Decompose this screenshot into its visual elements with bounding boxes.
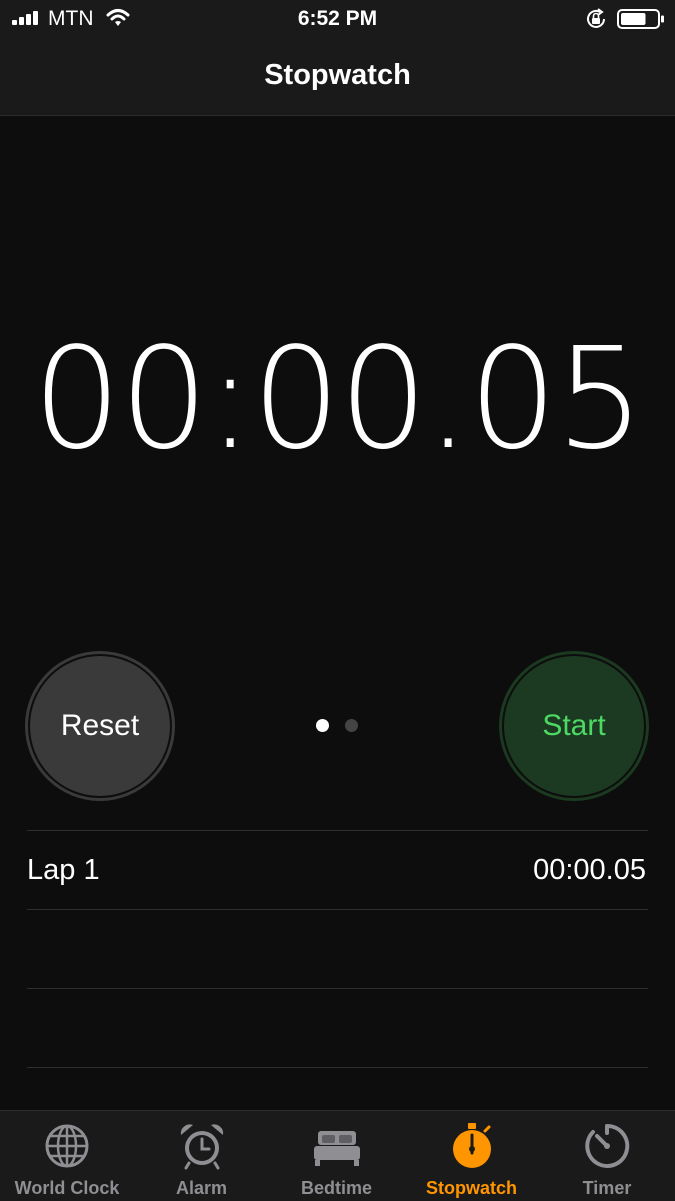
lap-label: Lap 1: [27, 854, 100, 886]
reset-button[interactable]: Reset: [25, 651, 175, 801]
status-bar: MTN 6:52 PM: [0, 0, 675, 38]
tab-label: Timer: [582, 1178, 632, 1198]
tab-label: Bedtime: [300, 1178, 372, 1198]
tab-stopwatch[interactable]: Stopwatch: [404, 1111, 539, 1201]
stopwatch-icon: [452, 1123, 491, 1168]
lap-row: [27, 988, 648, 1068]
alarm-clock-icon: [180, 1124, 223, 1170]
tab-bar: World Clock Alarm Bedtime Stopwatch Time…: [0, 1110, 675, 1201]
page-title: Stopwatch: [264, 59, 411, 91]
start-button-label: Start: [504, 656, 644, 796]
lap-row: [27, 909, 648, 988]
page-indicator[interactable]: [314, 719, 364, 733]
navigation-bar: Stopwatch: [0, 38, 675, 116]
status-time: 6:52 PM: [297, 7, 378, 30]
rotation-lock-icon: [587, 8, 605, 28]
page-dot-active: [316, 719, 329, 732]
bed-icon: [313, 1131, 360, 1166]
tab-bedtime[interactable]: Bedtime: [269, 1111, 404, 1201]
lap-list[interactable]: Lap 1 00:00.05: [27, 830, 648, 1068]
page-dot-inactive: [345, 719, 358, 732]
lap-row: Lap 1 00:00.05: [27, 830, 648, 909]
timer-icon: [585, 1123, 630, 1168]
battery-icon: [617, 9, 664, 29]
start-button[interactable]: Start: [499, 651, 649, 801]
lap-time: 00:00.05: [533, 854, 646, 886]
tab-label: Alarm: [175, 1178, 228, 1198]
stopwatch-screen: MTN 6:52 PM Stopwatch 00:00.05 Reset Sta…: [0, 0, 675, 1201]
globe-icon: [45, 1124, 89, 1168]
tab-alarm[interactable]: Alarm: [134, 1111, 269, 1201]
reset-button-label: Reset: [30, 656, 170, 796]
tab-timer[interactable]: Timer: [539, 1111, 675, 1201]
elapsed-time-display: 00:00.05: [32, 318, 644, 481]
tab-label: World Clock: [14, 1178, 120, 1198]
tab-label: Stopwatch: [425, 1178, 517, 1198]
tab-world-clock[interactable]: World Clock: [0, 1111, 134, 1201]
